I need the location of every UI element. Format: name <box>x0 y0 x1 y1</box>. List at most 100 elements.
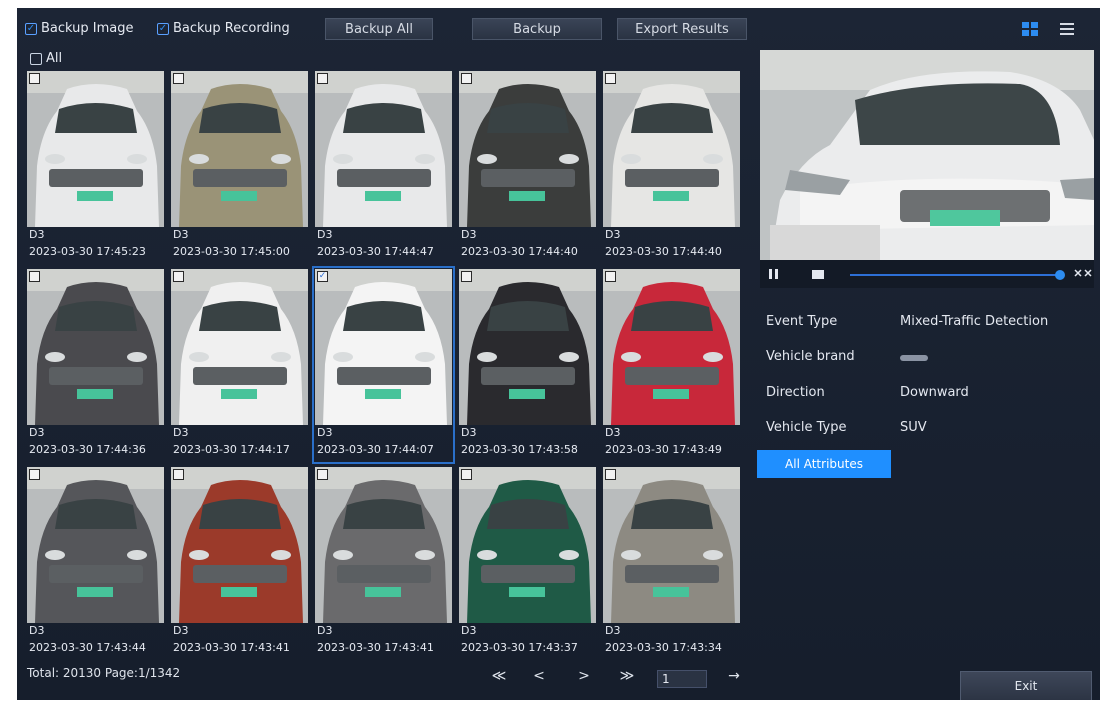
camera-label: D3 <box>605 228 621 241</box>
camera-label: D3 <box>317 228 333 241</box>
backup-button[interactable]: Backup <box>472 18 602 40</box>
exit-button[interactable]: Exit <box>960 671 1092 700</box>
vehicle-thumbnail[interactable] <box>171 269 308 425</box>
capture-time: 2023-03-30 17:43:41 <box>317 641 434 654</box>
grid-view-icon[interactable] <box>1022 22 1038 36</box>
stop-icon[interactable] <box>812 270 824 279</box>
tile-checkbox[interactable] <box>29 469 40 480</box>
prev-page-icon[interactable]: < <box>527 668 551 684</box>
camera-label: D3 <box>461 426 477 439</box>
vehicle-thumbnail[interactable] <box>603 71 740 227</box>
backup-recording-label: Backup Recording <box>173 21 290 36</box>
camera-label: D3 <box>173 228 189 241</box>
tile-checkbox[interactable] <box>29 73 40 84</box>
backup-all-button[interactable]: Backup All <box>325 18 433 40</box>
capture-time: 2023-03-30 17:44:36 <box>29 443 146 456</box>
first-page-icon[interactable]: ≪ <box>487 668 511 684</box>
tile-checkbox[interactable] <box>461 469 472 480</box>
direction-value: Downward <box>900 385 969 400</box>
tile-checkbox[interactable] <box>605 469 616 480</box>
capture-time: 2023-03-30 17:44:47 <box>317 245 434 258</box>
select-all-checkbox[interactable]: All <box>30 51 62 66</box>
capture-time: 2023-03-30 17:44:40 <box>605 245 722 258</box>
camera-label: D3 <box>605 624 621 637</box>
result-tile[interactable]: D3 2023-03-30 17:44:40 <box>603 71 740 263</box>
capture-time: 2023-03-30 17:45:00 <box>173 245 290 258</box>
export-results-button[interactable]: Export Results <box>617 18 747 40</box>
vehicle-brand-logo <box>900 355 928 361</box>
vehicle-thumbnail[interactable] <box>315 71 452 227</box>
results-grid: D3 2023-03-30 17:45:23 D3 2023-03-30 17:45:… <box>27 71 747 664</box>
vehicle-thumbnail[interactable] <box>603 269 740 425</box>
vehicle-thumbnail[interactable] <box>27 467 164 623</box>
fullscreen-icon[interactable] <box>1074 269 1092 277</box>
vehicle-thumbnail[interactable] <box>27 71 164 227</box>
vehicle-thumbnail[interactable] <box>171 467 308 623</box>
result-tile[interactable]: D3 2023-03-30 17:43:58 <box>459 269 596 461</box>
checkbox-checked-icon: ✓ <box>25 22 37 35</box>
capture-time: 2023-03-30 17:43:44 <box>29 641 146 654</box>
page-number-input[interactable]: 1 <box>657 670 707 688</box>
list-view-icon[interactable] <box>1060 22 1076 36</box>
result-tile[interactable]: ✓ D3 2023-03-30 17:44:07 <box>312 266 455 464</box>
camera-label: D3 <box>461 624 477 637</box>
toolbar: ✓ Backup Image ✓ Backup Recording Backup… <box>17 8 1100 66</box>
result-tile[interactable]: D3 2023-03-30 17:44:17 <box>171 269 308 461</box>
result-tile[interactable]: D3 2023-03-30 17:45:00 <box>171 71 308 263</box>
result-tile[interactable]: D3 2023-03-30 17:44:36 <box>27 269 164 461</box>
capture-time: 2023-03-30 17:43:58 <box>461 443 578 456</box>
select-all-label: All <box>46 51 63 66</box>
vehicle-thumbnail[interactable] <box>603 467 740 623</box>
tile-checkbox[interactable] <box>461 271 472 282</box>
pause-icon[interactable] <box>769 269 778 279</box>
tile-checkbox[interactable] <box>605 73 616 84</box>
result-tile[interactable]: D3 2023-03-30 17:43:37 <box>459 467 596 659</box>
result-tile[interactable]: D3 2023-03-30 17:44:47 <box>315 71 452 263</box>
vehicle-thumbnail[interactable] <box>27 269 164 425</box>
result-tile[interactable]: D3 2023-03-30 17:43:41 <box>315 467 452 659</box>
playback-controls <box>760 260 1094 288</box>
tile-checkbox[interactable] <box>173 73 184 84</box>
tile-checkbox[interactable] <box>173 271 184 282</box>
camera-label: D3 <box>29 228 45 241</box>
preview-video[interactable] <box>760 50 1094 260</box>
backup-image-checkbox[interactable]: ✓ Backup Image <box>25 21 134 36</box>
result-tile[interactable]: D3 2023-03-30 17:43:41 <box>171 467 308 659</box>
event-type-value: Mixed-Traffic Detection <box>900 314 1049 329</box>
next-page-icon[interactable]: > <box>572 668 596 684</box>
vehicle-thumbnail[interactable] <box>459 71 596 227</box>
total-page-info: Total: 20130 Page:1/1342 <box>27 666 181 680</box>
camera-label: D3 <box>29 624 45 637</box>
result-tile[interactable]: D3 2023-03-30 17:43:49 <box>603 269 740 461</box>
tile-checkbox[interactable] <box>605 271 616 282</box>
tile-checkbox[interactable] <box>173 469 184 480</box>
tile-checkbox[interactable] <box>461 73 472 84</box>
tile-checkbox[interactable] <box>317 73 328 84</box>
last-page-icon[interactable]: ≫ <box>615 668 639 684</box>
all-attributes-button[interactable]: All Attributes <box>757 450 891 478</box>
camera-label: D3 <box>317 624 333 637</box>
result-tile[interactable]: D3 2023-03-30 17:43:44 <box>27 467 164 659</box>
event-type-label: Event Type <box>766 314 838 329</box>
capture-time: 2023-03-30 17:44:07 <box>317 443 434 456</box>
vehicle-thumbnail[interactable] <box>171 71 308 227</box>
backup-image-label: Backup Image <box>41 21 134 36</box>
tile-checkbox[interactable]: ✓ <box>317 271 328 282</box>
backup-recording-checkbox[interactable]: ✓ Backup Recording <box>157 21 290 36</box>
tile-checkbox[interactable] <box>29 271 40 282</box>
capture-time: 2023-03-30 17:45:23 <box>29 245 146 258</box>
capture-time: 2023-03-30 17:43:37 <box>461 641 578 654</box>
tile-checkbox[interactable] <box>317 469 328 480</box>
checkbox-checked-icon: ✓ <box>157 22 169 35</box>
vehicle-thumbnail[interactable] <box>459 467 596 623</box>
result-tile[interactable]: D3 2023-03-30 17:43:34 <box>603 467 740 659</box>
vehicle-type-label: Vehicle Type <box>766 420 847 435</box>
go-icon[interactable]: → <box>722 668 746 684</box>
result-tile[interactable]: D3 2023-03-30 17:44:40 <box>459 71 596 263</box>
vehicle-thumbnail[interactable] <box>315 269 452 425</box>
result-tile[interactable]: D3 2023-03-30 17:45:23 <box>27 71 164 263</box>
progress-knob[interactable] <box>1055 270 1065 280</box>
vehicle-thumbnail[interactable] <box>459 269 596 425</box>
camera-label: D3 <box>461 228 477 241</box>
vehicle-thumbnail[interactable] <box>315 467 452 623</box>
